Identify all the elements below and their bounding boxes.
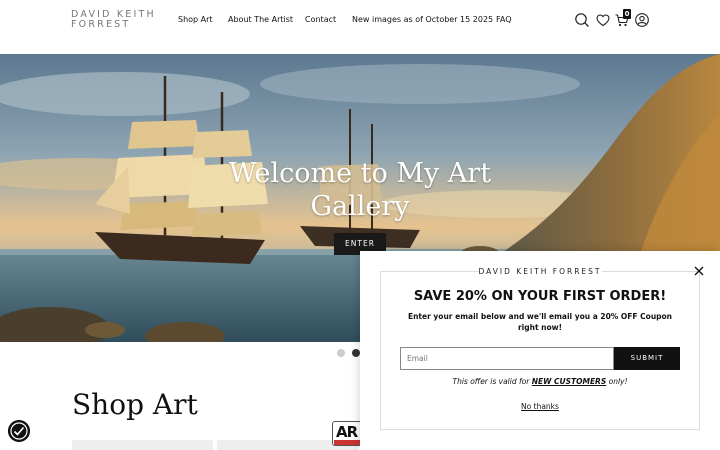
product-card[interactable] xyxy=(72,440,213,450)
nav-about-artist[interactable]: About The Artist xyxy=(228,15,293,24)
discount-popup: DAVID KEITH FORREST SAVE 20% ON YOUR FIR… xyxy=(360,251,720,450)
close-icon[interactable] xyxy=(694,266,704,276)
slider-dot-1[interactable] xyxy=(337,349,345,357)
nav-shop-art[interactable]: Shop Art xyxy=(178,15,213,24)
popup-brand: DAVID KEITH FORREST xyxy=(478,267,602,276)
nav-new-images[interactable]: New images as of October 15 2025 xyxy=(352,15,493,24)
offer-highlight: NEW CUSTOMERS xyxy=(531,377,607,386)
popup-headline: SAVE 20% ON YOUR FIRST ORDER! xyxy=(413,289,667,304)
hero-title: Welcome to My Art Gallery xyxy=(228,158,492,222)
site-header: DAVID KEITH FORREST Shop Art About The A… xyxy=(0,0,720,54)
no-thanks-link[interactable]: No thanks xyxy=(360,402,720,411)
user-icon[interactable] xyxy=(634,12,650,28)
submit-button[interactable]: SUBMIT xyxy=(614,347,680,370)
nav-faq[interactable]: FAQ xyxy=(496,15,512,24)
popup-subtext: Enter your email below and we'll email y… xyxy=(407,312,673,332)
logo-line-2: FORREST xyxy=(71,19,131,30)
email-field[interactable] xyxy=(400,347,614,370)
offer-suffix: only! xyxy=(606,377,628,386)
ar-badge-label: AR xyxy=(336,423,358,441)
offer-note: This offer is valid for NEW CUSTOMERS on… xyxy=(360,377,720,386)
slider-dot-2[interactable] xyxy=(352,349,360,357)
search-icon[interactable] xyxy=(574,12,590,28)
section-title-shop-art: Shop Art xyxy=(72,388,198,421)
heart-icon[interactable] xyxy=(595,12,611,28)
accessibility-icon[interactable] xyxy=(8,420,30,442)
offer-prefix: This offer is valid for xyxy=(452,377,532,386)
ar-badge-strip xyxy=(334,440,361,445)
cart-count-badge: 0 xyxy=(623,9,631,19)
site-logo[interactable]: DAVID KEITH FORREST xyxy=(71,10,156,30)
ar-badge[interactable]: AR xyxy=(332,421,362,446)
nav-contact[interactable]: Contact xyxy=(305,15,336,24)
